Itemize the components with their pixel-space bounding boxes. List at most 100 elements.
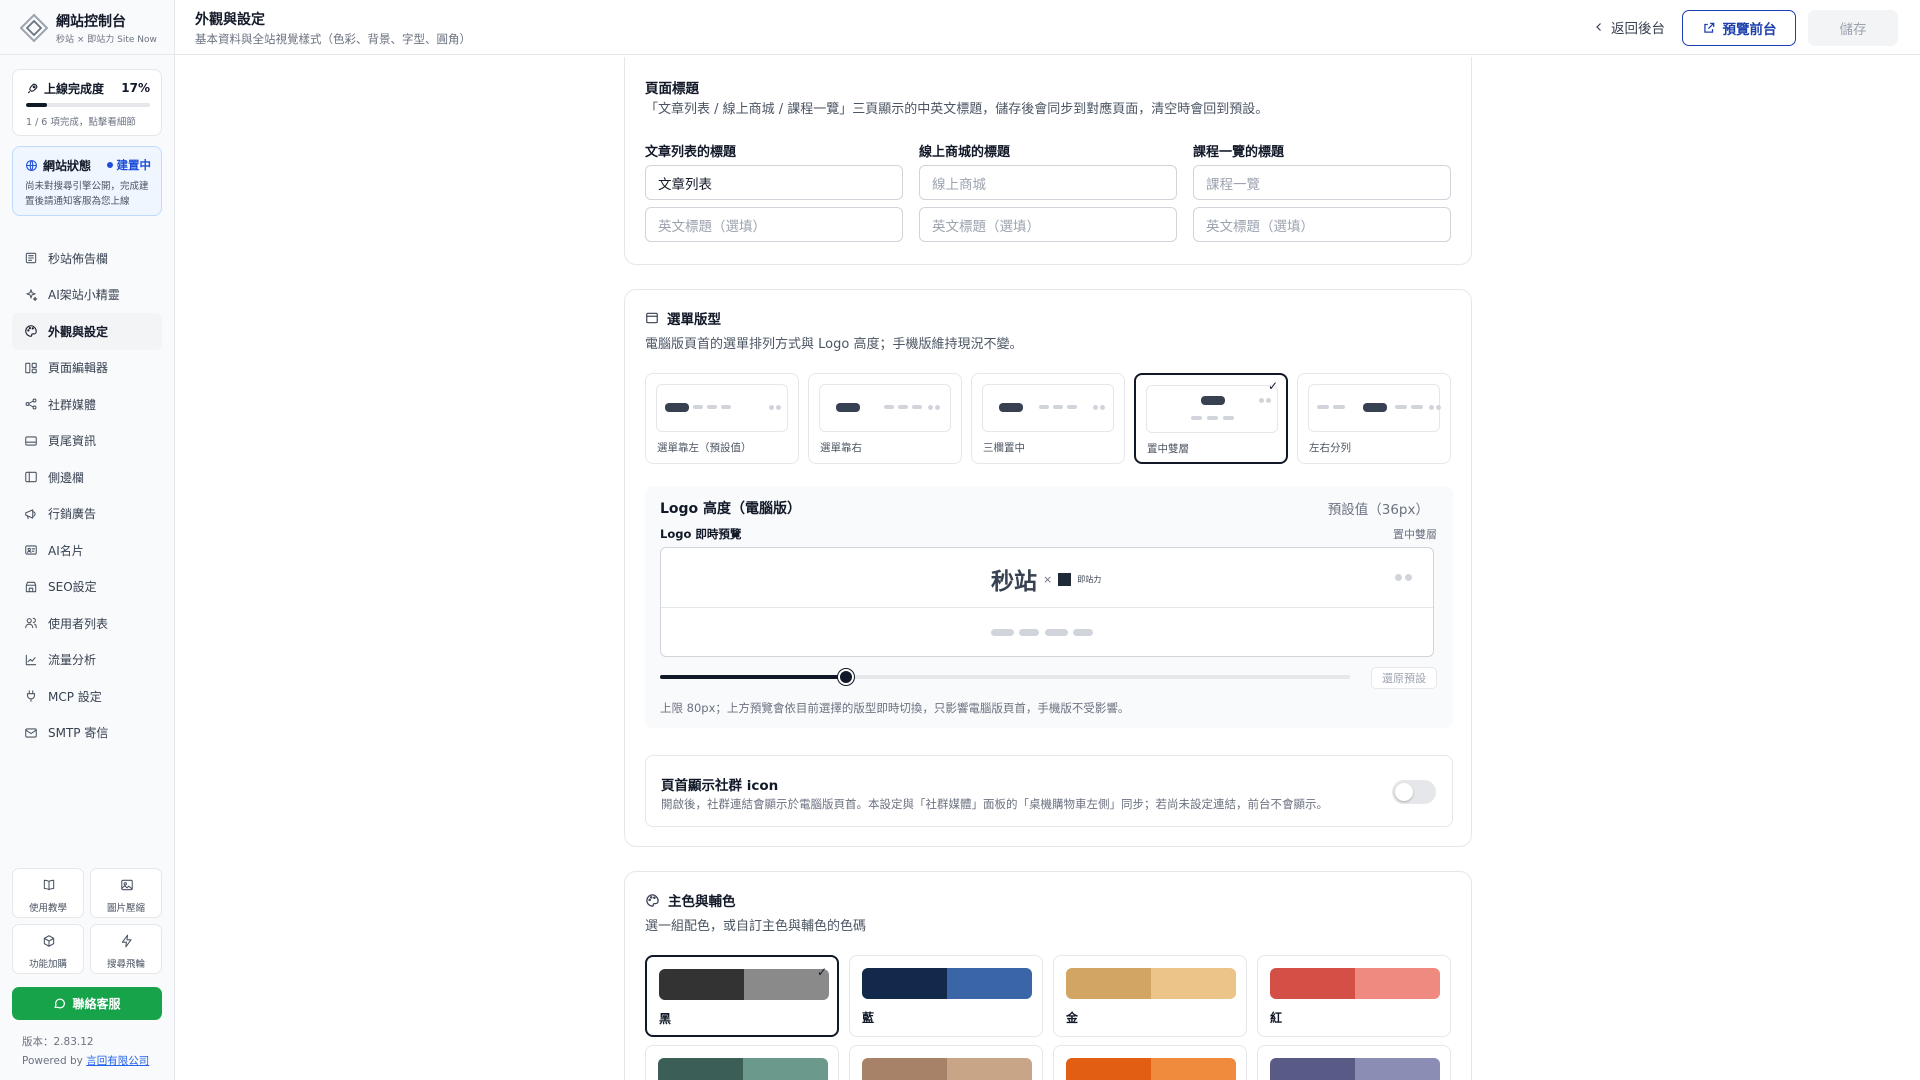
layout-option[interactable]: 三欄置中 — [971, 373, 1125, 464]
logo-height-title: Logo 高度（電腦版） — [660, 501, 802, 517]
sidebar-item[interactable]: 行銷廣告 — [12, 496, 162, 533]
contact-label: 聯絡客服 — [72, 997, 121, 1011]
save-button[interactable]: 儲存 — [1808, 10, 1898, 46]
layout-mini-preview — [982, 384, 1114, 432]
tool-label: 搜尋飛輪 — [106, 959, 145, 970]
mini-pill — [707, 405, 717, 409]
tool-button[interactable]: 搜尋飛輪 — [90, 924, 162, 974]
version-text: 版本：2.83.12 — [22, 1036, 94, 1048]
english-title-input[interactable]: 英文標題（選填） — [645, 207, 903, 242]
zap-icon — [121, 934, 132, 948]
status-description: 尚未對搜尋引擎公開，完成建置後請通知客服為您上線 — [25, 181, 149, 207]
sidebar-item-label: 頁尾資訊 — [48, 434, 97, 449]
preview-social-dot — [1395, 574, 1402, 581]
secondary-color-block — [1151, 968, 1236, 999]
sidebar-item[interactable]: 頁尾資訊 — [12, 423, 162, 460]
sidebar-item[interactable]: 秒站佈告欄 — [12, 240, 162, 277]
chevron-left-icon — [1596, 23, 1601, 31]
layout-option[interactable]: 選單靠左（預設值） — [645, 373, 799, 464]
logo-height-note: 上限 80px；上方預覽會依目前選擇的版型即時切換，只影響電腦版頁首，手機版不受… — [660, 701, 1130, 715]
sidebar-item[interactable]: AI名片 — [12, 532, 162, 569]
contact-support-button[interactable]: 聯絡客服 — [12, 987, 162, 1020]
status-label: 網站狀態 — [43, 159, 92, 173]
color-swatch[interactable]: 黑 ✓ — [645, 955, 839, 1037]
title-input[interactable]: 線上商城 — [919, 165, 1177, 200]
sidebar-icon — [25, 472, 37, 483]
globe-icon — [26, 160, 37, 171]
menu-layout-title: 選單版型 — [667, 312, 721, 328]
slider-thumb[interactable] — [838, 669, 855, 685]
brand-title: 網站控制台 — [56, 14, 126, 30]
color-swatch[interactable] — [1257, 1045, 1451, 1080]
sidebar-item[interactable]: 外觀與設定 — [12, 313, 162, 350]
tool-label: 使用教學 — [28, 903, 67, 914]
sidebar-item[interactable]: SMTP 寄信 — [12, 715, 162, 752]
sidebar-item[interactable]: 使用者列表 — [12, 605, 162, 642]
sidebar-item[interactable]: MCP 設定 — [12, 678, 162, 715]
preview-menu-pill — [1019, 629, 1039, 636]
app-root: 網站控制台 秒站 × 即站力 Site Now 上線完成度 17% 1 / 6 … — [0, 0, 1920, 1080]
mini-dot — [935, 405, 940, 410]
launch-progress-card[interactable]: 上線完成度 17% 1 / 6 項完成，點擊看細節 — [12, 69, 162, 136]
colors-heading: 主色與輔色 — [645, 890, 736, 910]
sidebar-item[interactable]: SEO設定 — [12, 569, 162, 606]
color-swatch[interactable]: 藍 — [849, 955, 1043, 1037]
preview-menu-pill — [991, 629, 1014, 636]
secondary-color-block — [947, 1058, 1032, 1080]
tool-button[interactable]: 使用教學 — [12, 868, 84, 918]
mini-pill — [1067, 405, 1077, 409]
preview-frontend-button[interactable]: 預覽前台 — [1682, 10, 1796, 46]
color-swatch[interactable] — [849, 1045, 1043, 1080]
company-link[interactable]: 言回有限公司 — [86, 1055, 149, 1067]
mini-pill — [1201, 396, 1225, 405]
back-label: 返回後台 — [1611, 21, 1665, 37]
logo-height-slider[interactable] — [660, 669, 1350, 685]
secondary-color-block — [1355, 968, 1440, 999]
rocket-icon — [27, 83, 38, 94]
sidebar-item[interactable]: 側邊欄 — [12, 459, 162, 496]
logo-height-panel: Logo 高度（電腦版） 預設值（36px） Logo 即時預覽 置中雙層 秒站… — [645, 486, 1453, 728]
social-icon-toggle[interactable] — [1392, 780, 1436, 804]
layout-option-label: 選單靠左（預設值） — [657, 442, 752, 454]
layout-option[interactable]: 選單靠右 — [808, 373, 962, 464]
mini-pill — [1411, 405, 1423, 409]
users-icon — [25, 618, 37, 629]
title-input[interactable]: 文章列表 — [645, 165, 903, 200]
color-swatch[interactable]: 金 — [1053, 955, 1247, 1037]
secondary-color-block — [1151, 1058, 1236, 1080]
secondary-color-block — [1355, 1058, 1440, 1080]
site-status-card[interactable]: 網站狀態 建置中 尚未對搜尋引擎公開，完成建置後請通知客服為您上線 — [12, 146, 162, 216]
sidebar-item[interactable]: 頁面編輯器 — [12, 350, 162, 387]
status-badge: 建置中 — [106, 157, 151, 173]
logo-preview-label: Logo 即時預覽 — [660, 527, 742, 541]
layout-option[interactable]: 置中雙層 ✓ — [1134, 373, 1288, 464]
field-label: 文章列表的標題 — [645, 145, 737, 160]
english-title-input[interactable]: 英文標題（選填） — [919, 207, 1177, 242]
reset-default-button[interactable]: 還原預設 — [1371, 667, 1437, 689]
tool-button[interactable]: 圖片壓縮 — [90, 868, 162, 918]
sidebar-item[interactable]: 社群媒體 — [12, 386, 162, 423]
color-swatch[interactable] — [1053, 1045, 1247, 1080]
sidebar-item[interactable]: AI架站小精靈 — [12, 277, 162, 314]
brand[interactable]: 網站控制台 秒站 × 即站力 Site Now — [0, 0, 174, 55]
english-title-input[interactable]: 英文標題（選填） — [1193, 207, 1451, 242]
sidebar-item-label: 使用者列表 — [48, 616, 109, 631]
primary-color-block — [1270, 1058, 1355, 1080]
menu-layout-card: 選單版型 電腦版頁首的選單排列方式與 Logo 高度；手機版維持現況不變。 選單… — [624, 289, 1472, 847]
partner-logo-icon — [1058, 572, 1072, 586]
mini-pill — [721, 405, 731, 409]
title-input[interactable]: 課程一覽 — [1193, 165, 1451, 200]
tool-button[interactable]: 功能加購 — [12, 924, 84, 974]
sidebar-item[interactable]: 流量分析 — [12, 642, 162, 679]
mini-pill — [1317, 405, 1329, 409]
color-swatch[interactable]: 紅 — [1257, 955, 1451, 1037]
mini-dot — [928, 405, 933, 410]
mini-dot — [1429, 405, 1434, 410]
layout-option[interactable]: 左右分列 — [1297, 373, 1451, 464]
layout-option-label: 左右分列 — [1309, 442, 1351, 454]
check-icon: ✓ — [1267, 379, 1278, 393]
mini-dot — [769, 405, 774, 410]
color-swatch[interactable] — [645, 1045, 839, 1080]
back-to-admin-button[interactable]: 返回後台 — [1593, 17, 1665, 37]
progress-header: 上線完成度 — [26, 80, 104, 97]
